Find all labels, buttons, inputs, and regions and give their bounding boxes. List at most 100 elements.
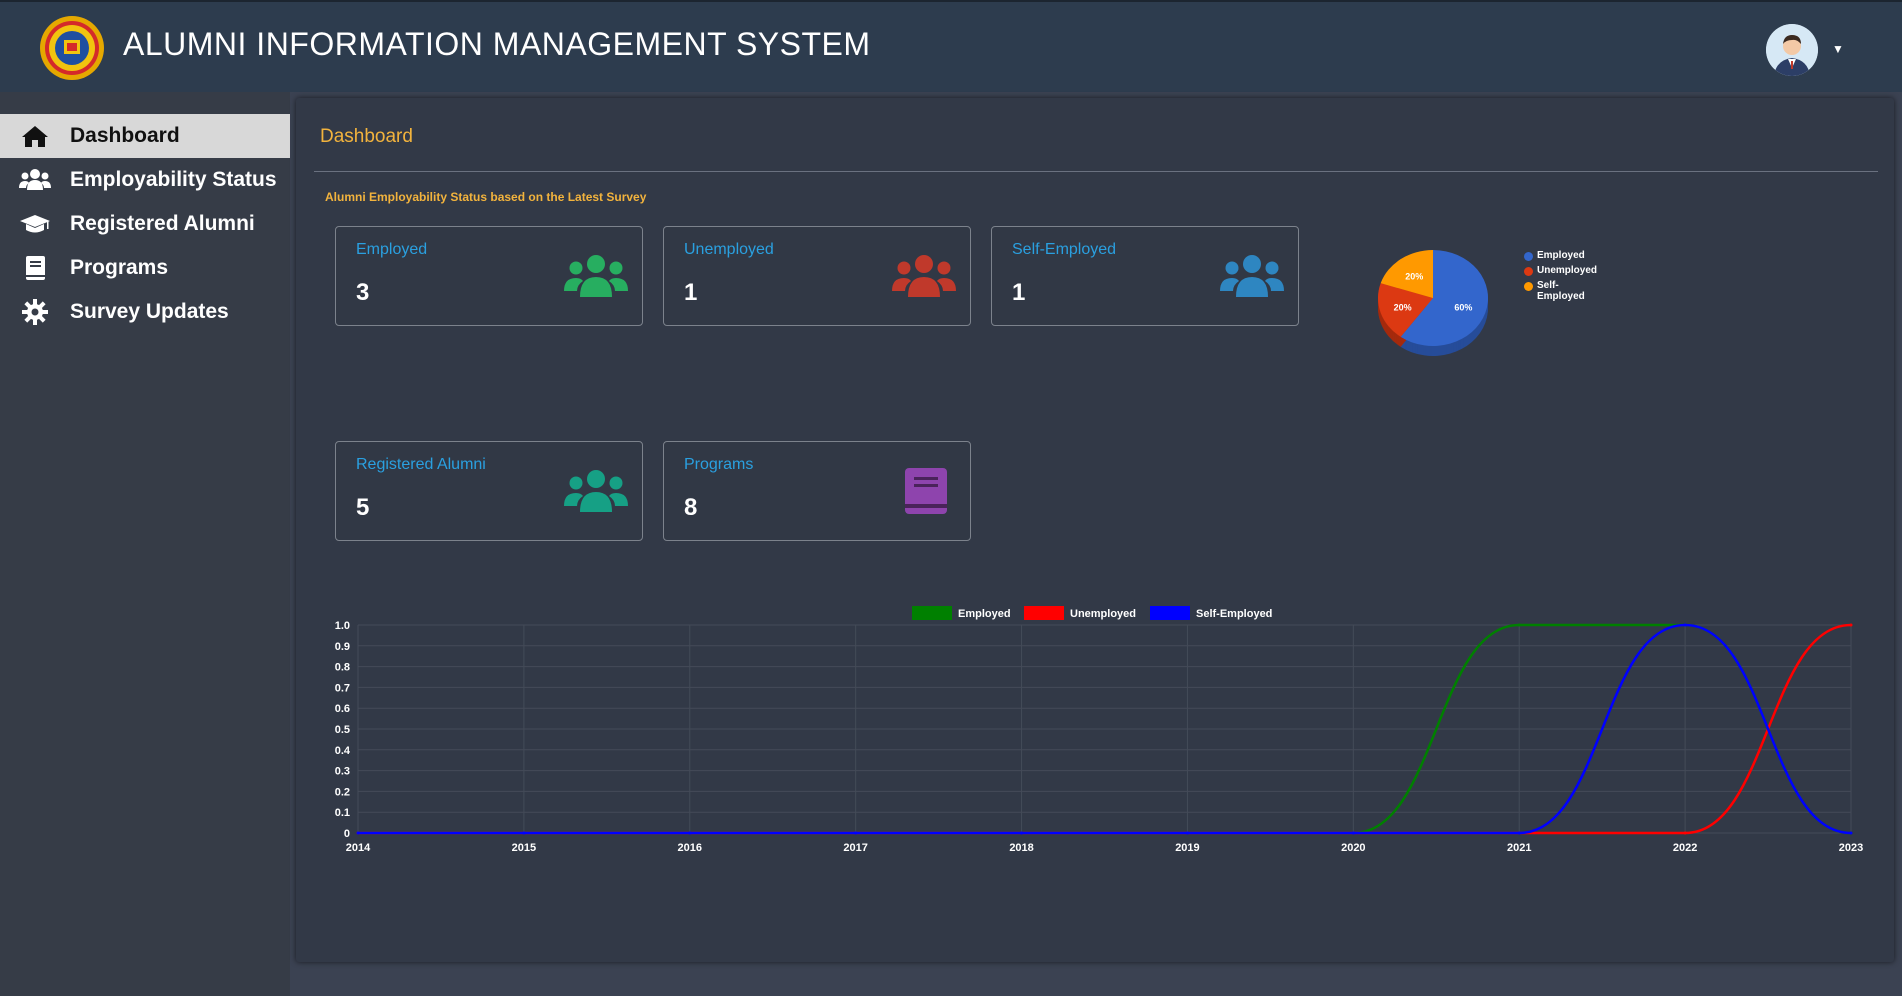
y-tick-label: 0.4 xyxy=(335,745,351,757)
sidebar-item-label: Registered Alumni xyxy=(70,212,255,235)
data-point[interactable] xyxy=(1020,831,1024,835)
data-point[interactable] xyxy=(356,831,360,835)
card-unemployed[interactable]: Unemployed 1 xyxy=(663,226,971,326)
book-icon xyxy=(18,254,52,282)
x-tick-label: 2016 xyxy=(678,842,702,854)
x-tick-label: 2015 xyxy=(512,842,536,854)
legend-label: Unemployed xyxy=(1070,608,1136,620)
card-value: 5 xyxy=(356,494,370,521)
card-label: Self-Employed xyxy=(1012,241,1117,258)
data-point[interactable] xyxy=(688,831,692,835)
x-tick-label: 2018 xyxy=(1009,842,1033,854)
card-label: Registered Alumni xyxy=(356,456,486,473)
card-value: 3 xyxy=(356,279,370,306)
pie-legend: Employed Unemployed Self-Employed xyxy=(1524,250,1624,306)
x-tick-label: 2014 xyxy=(346,842,371,854)
pie-data-label: 20% xyxy=(1394,303,1412,313)
x-tick-label: 2021 xyxy=(1507,842,1531,854)
sidebar-item-registered-alumni[interactable]: Registered Alumni xyxy=(0,202,290,246)
sidebar-item-label: Survey Updates xyxy=(70,300,229,323)
x-tick-label: 2023 xyxy=(1839,842,1863,854)
main-panel: Dashboard Alumni Employability Status ba… xyxy=(296,98,1894,962)
divider xyxy=(314,171,1878,172)
legend-swatch xyxy=(912,606,952,620)
y-tick-label: 0.5 xyxy=(335,724,350,736)
x-tick-label: 2019 xyxy=(1175,842,1199,854)
legend-item-employed: Employed xyxy=(1524,250,1624,261)
legend-label: Self-Employed xyxy=(1537,280,1585,302)
employability-line-chart: 0 0.1 0.2 0.3 0.4 0.5 0.6 0.7 0.8 0.9 1.0 2014 2015 2… xyxy=(335,606,1863,854)
data-point[interactable] xyxy=(1849,623,1853,627)
card-employed[interactable]: Employed 3 xyxy=(335,226,643,326)
legend-label: Employed xyxy=(1537,250,1585,261)
legend-item-unemployed: Unemployed xyxy=(1524,265,1624,276)
legend-swatch xyxy=(1024,606,1064,620)
legend-swatch xyxy=(1524,267,1533,276)
legend-swatch xyxy=(1524,252,1533,261)
app-title: ALUMNI INFORMATION MANAGEMENT SYSTEM xyxy=(123,26,871,62)
y-tick-label: 0.7 xyxy=(335,682,350,694)
users-icon xyxy=(18,166,52,194)
data-point[interactable] xyxy=(1517,623,1521,627)
y-tick-label: 0.1 xyxy=(335,807,350,819)
legend-label: Self-Employed xyxy=(1196,608,1272,620)
sidebar-item-programs[interactable]: Programs xyxy=(0,246,290,290)
sidebar-item-survey-updates[interactable]: Survey Updates xyxy=(0,290,290,334)
data-point[interactable] xyxy=(1683,831,1687,835)
top-bar: ALUMNI INFORMATION MANAGEMENT SYSTEM ▼ xyxy=(0,0,1902,92)
card-value: 1 xyxy=(684,279,698,306)
page-title: Dashboard xyxy=(320,126,413,147)
x-tick-label: 2020 xyxy=(1341,842,1365,854)
university-seal-icon[interactable] xyxy=(38,14,106,82)
card-programs[interactable]: Programs 8 xyxy=(663,441,971,541)
data-point[interactable] xyxy=(1351,831,1355,835)
legend-label: Unemployed xyxy=(1537,265,1598,276)
sidebar: Dashboard Employability Status Registere… xyxy=(0,92,290,996)
pie-data-label: 20% xyxy=(1405,271,1423,281)
section-subtitle: Alumni Employability Status based on the… xyxy=(325,190,647,204)
sidebar-item-label: Employability Status xyxy=(70,168,277,191)
y-tick-label: 0.6 xyxy=(335,703,350,715)
legend-swatch xyxy=(1150,606,1190,620)
users-icon xyxy=(892,255,956,297)
y-tick-label: 0.9 xyxy=(335,641,350,653)
user-avatar-icon[interactable] xyxy=(1766,24,1818,76)
y-tick-label: 0.2 xyxy=(335,786,350,798)
card-value: 1 xyxy=(1012,279,1026,306)
card-value: 8 xyxy=(684,494,698,521)
chevron-down-icon[interactable]: ▼ xyxy=(1832,42,1844,56)
legend-item-self-employed: Self-Employed xyxy=(1524,280,1588,302)
card-registered-alumni[interactable]: Registered Alumni 5 xyxy=(335,441,643,541)
card-label: Programs xyxy=(684,456,754,473)
x-tick-label: 2022 xyxy=(1673,842,1697,854)
sidebar-item-dashboard[interactable]: Dashboard xyxy=(0,114,290,158)
users-icon xyxy=(1220,255,1284,297)
y-tick-label: 0.3 xyxy=(335,766,350,778)
y-tick-label: 0.8 xyxy=(335,662,350,674)
book-icon xyxy=(905,468,947,514)
sidebar-item-employability-status[interactable]: Employability Status xyxy=(0,158,290,202)
y-tick-label: 0 xyxy=(344,828,350,840)
data-point[interactable] xyxy=(1185,831,1189,835)
card-self-employed[interactable]: Self-Employed 1 xyxy=(991,226,1299,326)
data-point[interactable] xyxy=(522,831,526,835)
legend-label: Employed xyxy=(958,608,1011,620)
data-point[interactable] xyxy=(1849,831,1853,835)
card-label: Unemployed xyxy=(684,241,774,258)
card-label: Employed xyxy=(356,241,428,258)
y-tick-label: 1.0 xyxy=(335,620,350,632)
gear-icon xyxy=(18,298,52,326)
data-point[interactable] xyxy=(854,831,858,835)
users-icon xyxy=(564,470,628,512)
x-tick-label: 2017 xyxy=(843,842,867,854)
sidebar-item-label: Programs xyxy=(70,256,169,279)
legend-swatch xyxy=(1524,282,1533,291)
sidebar-item-label: Dashboard xyxy=(70,124,180,147)
home-icon xyxy=(18,122,52,150)
employability-pie-chart: 60% 20% 20% xyxy=(1378,250,1488,356)
pie-data-label: 60% xyxy=(1454,303,1472,313)
graduation-cap-icon xyxy=(18,210,52,238)
data-point[interactable] xyxy=(1683,623,1687,627)
users-icon xyxy=(564,255,628,297)
data-point[interactable] xyxy=(1517,831,1521,835)
